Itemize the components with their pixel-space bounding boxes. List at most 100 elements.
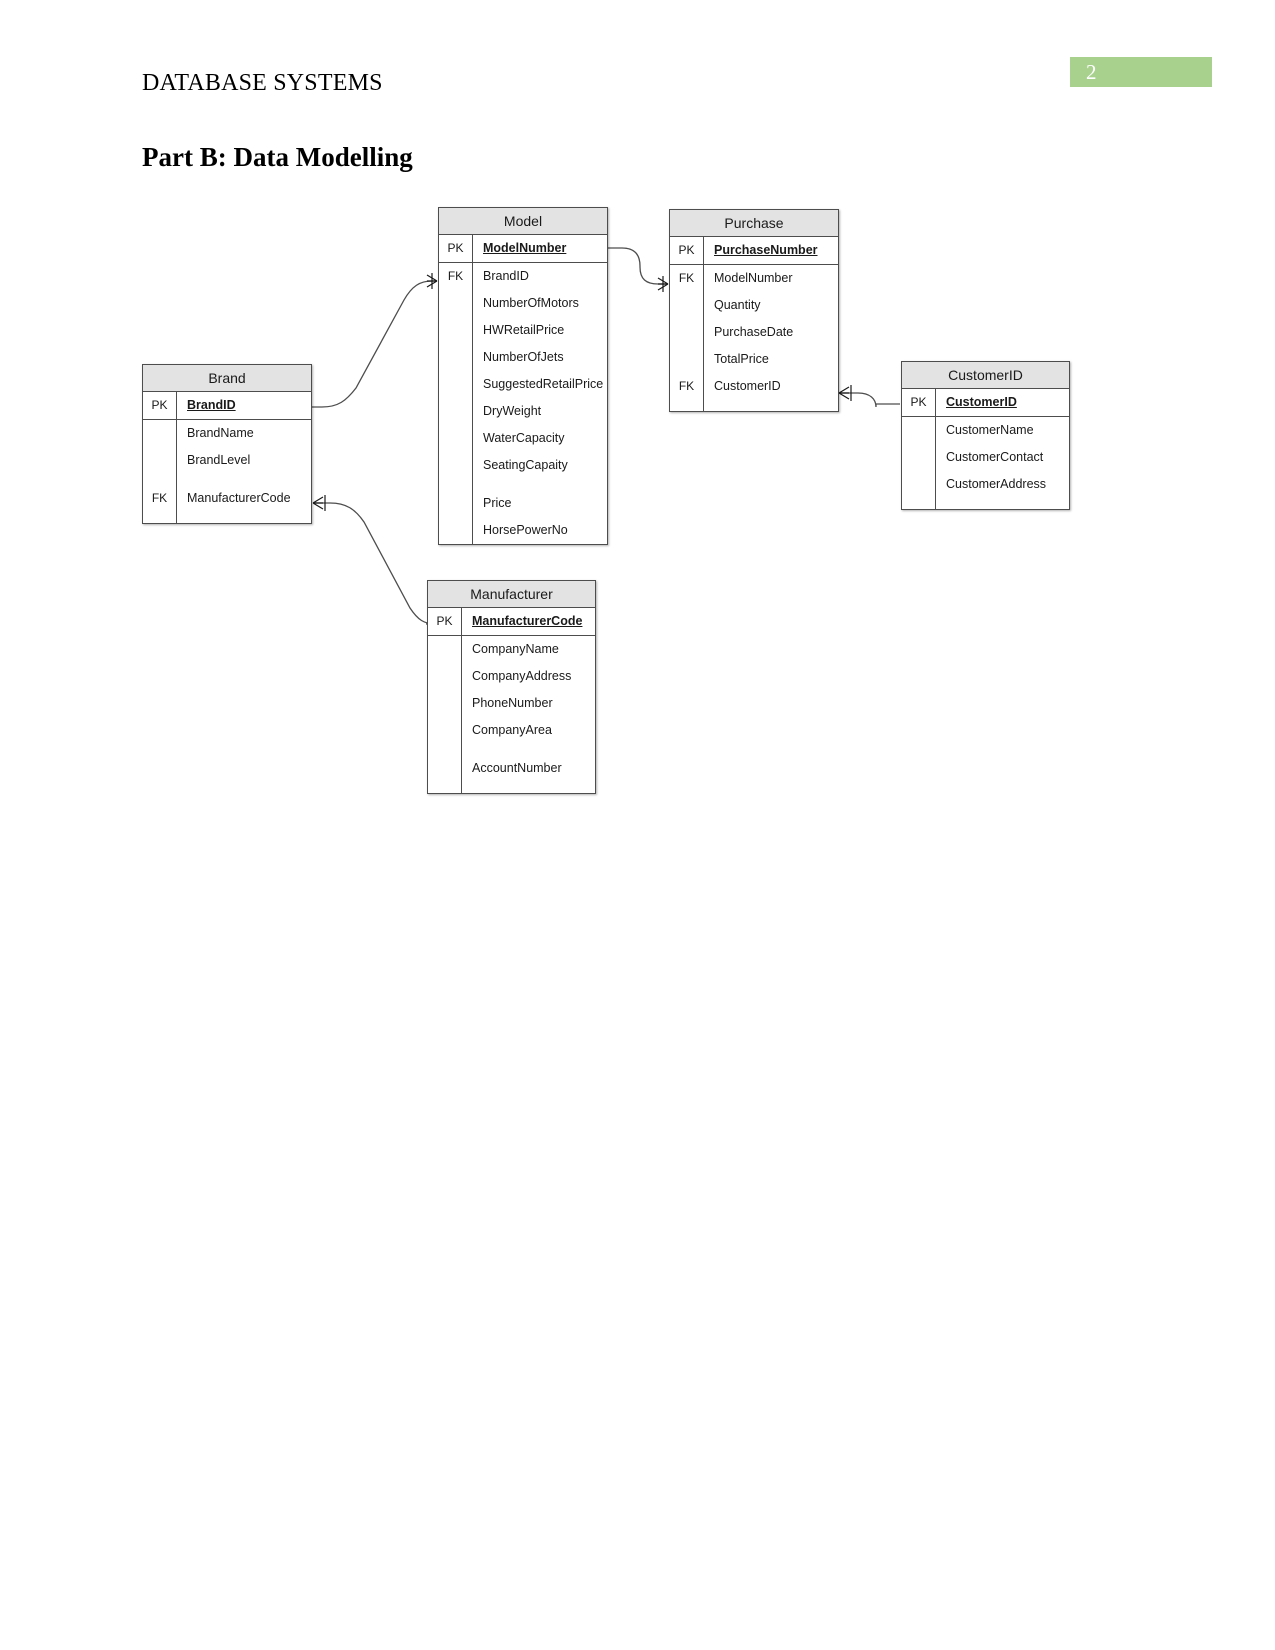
attribute-name-manufacturer-0: ManufacturerCode bbox=[461, 608, 595, 635]
attribute-row-brand-pk: PK BrandID bbox=[143, 392, 311, 419]
crowsfoot-purchase-customerid-end bbox=[838, 385, 852, 401]
attribute-key-manufacturer-0: PK bbox=[436, 614, 453, 628]
entity-table-customerid[interactable]: CustomerID PK CustomerID CustomerName Cu… bbox=[901, 361, 1070, 510]
attribute-row-purchase-3: PurchaseDate bbox=[670, 319, 838, 346]
entity-table-purchase[interactable]: Purchase PK PurchaseNumber FK ModelNumbe… bbox=[669, 209, 839, 412]
attribute-name-model-9 bbox=[472, 479, 607, 490]
attribute-name-brand-2: BrandLevel bbox=[176, 447, 311, 474]
attribute-name-manufacturer-5 bbox=[461, 744, 595, 755]
attribute-name-purchase-3: PurchaseDate bbox=[703, 319, 838, 346]
connector-brand-model bbox=[312, 280, 437, 408]
entity-body-customerid: PK CustomerID CustomerName CustomerConta… bbox=[902, 389, 1069, 509]
entity-table-model[interactable]: Model PK ModelNumber FK BrandID NumberOf… bbox=[438, 207, 608, 545]
attribute-key-manufacturer-6 bbox=[428, 755, 461, 782]
entity-table-manufacturer[interactable]: Manufacturer PK ManufacturerCode Company… bbox=[427, 580, 596, 794]
attribute-key-customerid-0: PK bbox=[910, 395, 927, 409]
relationship-connector-layer bbox=[312, 247, 900, 625]
attribute-name-brand-0: BrandID bbox=[176, 392, 311, 419]
attribute-row-customerid-2: CustomerContact bbox=[902, 444, 1069, 471]
attribute-name-manufacturer-1: CompanyName bbox=[461, 636, 595, 663]
attribute-name-customerid-tail bbox=[935, 498, 1069, 509]
attribute-name-manufacturer-4: CompanyArea bbox=[461, 717, 595, 744]
attribute-name-purchase-tail bbox=[703, 400, 838, 411]
attribute-row-model-9-spacer bbox=[439, 479, 607, 490]
attribute-key-model-1: FK bbox=[447, 269, 464, 283]
attribute-key-customerid-2 bbox=[902, 444, 935, 471]
attribute-name-customerid-2: CustomerContact bbox=[935, 444, 1069, 471]
attribute-key-purchase-1: FK bbox=[678, 271, 695, 285]
attribute-row-manufacturer-6: AccountNumber bbox=[428, 755, 595, 782]
attribute-key-purchase-5: FK bbox=[678, 379, 695, 393]
attribute-name-customerid-1: CustomerName bbox=[935, 417, 1069, 444]
attribute-key-model-5 bbox=[439, 371, 472, 398]
attribute-row-purchase-tail bbox=[670, 400, 838, 411]
attribute-name-model-4: NumberOfJets bbox=[472, 344, 607, 371]
crowsfoot-purchase-modelnumber-end bbox=[657, 276, 669, 292]
entity-table-brand[interactable]: Brand PK BrandID BrandName BrandLevel FK bbox=[142, 364, 312, 524]
attribute-name-manufacturer-tail bbox=[461, 782, 595, 793]
attribute-row-model-1: FK BrandID bbox=[439, 263, 607, 290]
attribute-row-purchase-1: FK ModelNumber bbox=[670, 265, 838, 292]
attribute-row-model-4: NumberOfJets bbox=[439, 344, 607, 371]
attribute-name-customerid-0: CustomerID bbox=[935, 389, 1069, 416]
attribute-name-customerid-3: CustomerAddress bbox=[935, 471, 1069, 498]
attribute-key-purchase-3 bbox=[670, 319, 703, 346]
attribute-key-brand-3 bbox=[143, 474, 176, 485]
attribute-row-model-8: SeatingCapaity bbox=[439, 452, 607, 479]
attribute-name-model-5: SuggestedRetailPrice bbox=[472, 371, 607, 398]
attribute-row-model-6: DryWeight bbox=[439, 398, 607, 425]
attribute-name-model-2: NumberOfMotors bbox=[472, 290, 607, 317]
attribute-row-model-3: HWRetailPrice bbox=[439, 317, 607, 344]
attribute-key-purchase-0: PK bbox=[678, 243, 695, 257]
attribute-key-purchase-2 bbox=[670, 292, 703, 319]
attribute-name-manufacturer-2: CompanyAddress bbox=[461, 663, 595, 690]
attribute-key-model-11 bbox=[439, 517, 472, 544]
entity-body-manufacturer: PK ManufacturerCode CompanyName CompanyA… bbox=[428, 608, 595, 793]
attribute-name-manufacturer-3: PhoneNumber bbox=[461, 690, 595, 717]
attribute-name-purchase-5: CustomerID bbox=[703, 373, 838, 400]
attribute-name-model-8: SeatingCapaity bbox=[472, 452, 607, 479]
entity-title-manufacturer: Manufacturer bbox=[428, 581, 595, 608]
crowsfoot-brand-manufacturercode-end bbox=[312, 495, 326, 511]
attribute-key-model-7 bbox=[439, 425, 472, 452]
attribute-key-purchase-4 bbox=[670, 346, 703, 373]
attribute-key-manufacturer-tail bbox=[428, 782, 461, 793]
attribute-key-brand-0: PK bbox=[151, 398, 168, 412]
attribute-key-manufacturer-3 bbox=[428, 690, 461, 717]
attribute-key-purchase-tail bbox=[670, 400, 703, 411]
attribute-name-model-11: HorsePowerNo bbox=[472, 517, 607, 544]
attribute-key-model-9 bbox=[439, 479, 472, 490]
attribute-name-model-0: ModelNumber bbox=[472, 235, 607, 262]
attribute-row-purchase-5: FK CustomerID bbox=[670, 373, 838, 400]
attribute-name-purchase-4: TotalPrice bbox=[703, 346, 838, 373]
attribute-row-manufacturer-pk: PK ManufacturerCode bbox=[428, 608, 595, 635]
attribute-name-brand-tail bbox=[176, 512, 311, 523]
attribute-row-manufacturer-tail bbox=[428, 782, 595, 793]
entity-title-customerid: CustomerID bbox=[902, 362, 1069, 389]
attribute-name-brand-3 bbox=[176, 474, 311, 485]
attribute-key-model-4 bbox=[439, 344, 472, 371]
attribute-name-model-1: BrandID bbox=[472, 263, 607, 290]
attribute-key-model-3 bbox=[439, 317, 472, 344]
attribute-name-model-10: Price bbox=[472, 490, 607, 517]
attribute-row-model-11: HorsePowerNo bbox=[439, 517, 607, 544]
attribute-row-customerid-tail bbox=[902, 498, 1069, 509]
connector-model-purchase bbox=[608, 247, 668, 285]
entity-title-model: Model bbox=[439, 208, 607, 235]
attribute-name-brand-1: BrandName bbox=[176, 420, 311, 447]
attribute-row-brand-2: BrandLevel bbox=[143, 447, 311, 474]
attribute-key-model-8 bbox=[439, 452, 472, 479]
entity-body-brand: PK BrandID BrandName BrandLevel FK Manuf… bbox=[143, 392, 311, 523]
entity-title-brand: Brand bbox=[143, 365, 311, 392]
attribute-row-brand-tail bbox=[143, 512, 311, 523]
attribute-key-brand-tail bbox=[143, 512, 176, 523]
attribute-row-model-pk: PK ModelNumber bbox=[439, 235, 607, 262]
attribute-row-manufacturer-3: PhoneNumber bbox=[428, 690, 595, 717]
attribute-row-purchase-pk: PK PurchaseNumber bbox=[670, 237, 838, 264]
attribute-row-model-10: Price bbox=[439, 490, 607, 517]
connector-brand-manufacturer bbox=[313, 502, 437, 625]
attribute-name-manufacturer-6: AccountNumber bbox=[461, 755, 595, 782]
attribute-key-manufacturer-2 bbox=[428, 663, 461, 690]
er-diagram: Brand PK BrandID BrandName BrandLevel FK bbox=[0, 0, 1275, 1650]
attribute-key-brand-2 bbox=[143, 447, 176, 474]
